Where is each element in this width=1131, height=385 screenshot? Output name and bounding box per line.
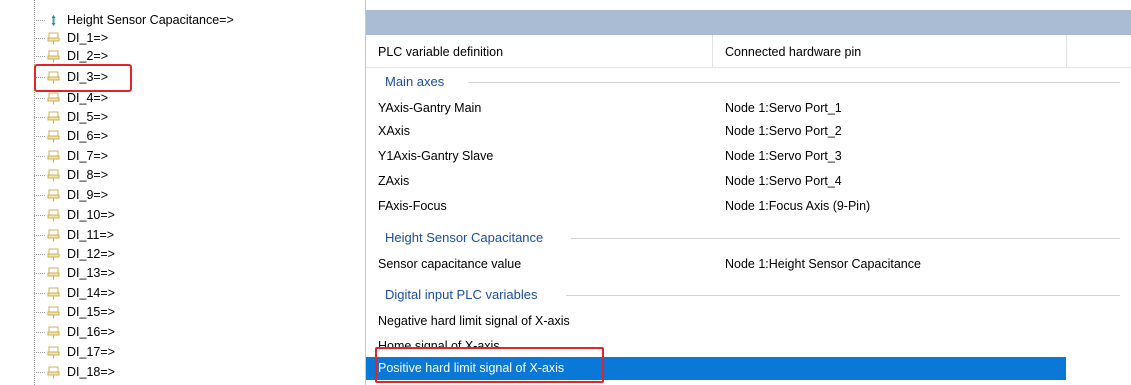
variable-cell: Sensor capacitance value — [378, 257, 522, 271]
plug-icon — [47, 169, 60, 182]
tree-branch-line — [34, 273, 45, 274]
tree-item-label: DI_12=> — [67, 247, 115, 261]
pin-cell: Node 1:Focus Axis (9-Pin) — [725, 199, 871, 213]
tree-branch-line — [34, 156, 45, 157]
tree-item-label: DI_16=> — [67, 325, 115, 339]
table-row[interactable]: Negative hard limit signal of X-axis — [366, 310, 1066, 333]
tree-branch-line — [34, 312, 45, 313]
tree-item-label: DI_1=> — [67, 31, 109, 45]
grid-header: PLC variable definition Connected hardwa… — [366, 35, 1131, 68]
table-row[interactable]: YAxis-Gantry Main Node 1:Servo Port_1 — [366, 97, 1066, 120]
tree-item-label: DI_11=> — [67, 228, 115, 242]
plug-icon — [47, 130, 60, 143]
variable-cell: YAxis-Gantry Main — [378, 101, 482, 115]
plug-icon — [47, 111, 60, 124]
table-row[interactable]: ZAxis Node 1:Servo Port_4 — [366, 170, 1066, 193]
plug-icon — [47, 248, 60, 261]
tree-item-label: DI_15=> — [67, 305, 115, 319]
plug-icon — [47, 287, 60, 300]
tree-branch-line — [34, 136, 45, 137]
tree-item-label: DI_5=> — [67, 110, 109, 124]
column-divider[interactable] — [1066, 35, 1067, 67]
plug-icon — [47, 229, 60, 242]
tree-branch-line — [34, 20, 45, 21]
tree-item-label: DI_14=> — [67, 286, 115, 300]
column-header-variable[interactable]: PLC variable definition — [378, 45, 503, 59]
tree-branch-line — [34, 332, 45, 333]
hardware-pin-tree: Height Sensor Capacitance=> DI_1=> DI_2=… — [0, 0, 345, 385]
tree-guide-line — [34, 0, 35, 385]
section-divider — [468, 82, 1120, 83]
tree-item-label: Height Sensor Capacitance=> — [67, 13, 234, 27]
tree-branch-line — [34, 372, 45, 373]
plug-icon — [47, 209, 60, 222]
highlight-box — [375, 347, 604, 383]
pin-icon — [51, 15, 56, 26]
tree-branch-line — [34, 175, 45, 176]
tree-branch-line — [34, 215, 45, 216]
variable-cell: Y1Axis-Gantry Slave — [378, 149, 494, 163]
tree-item-label: DI_17=> — [67, 345, 115, 359]
tree-item-label: DI_8=> — [67, 168, 109, 182]
variable-cell: FAxis-Focus — [378, 199, 447, 213]
plug-icon — [47, 306, 60, 319]
table-row[interactable]: FAxis-Focus Node 1:Focus Axis (9-Pin) — [366, 195, 1066, 218]
section-header: Height Sensor Capacitance — [366, 227, 1131, 247]
plug-icon — [47, 366, 60, 379]
tree-item-label: DI_7=> — [67, 149, 109, 163]
plug-icon — [47, 267, 60, 280]
plug-icon — [47, 150, 60, 163]
plug-icon — [47, 50, 60, 63]
pin-cell: Node 1:Servo Port_2 — [725, 124, 842, 138]
table-row[interactable]: Y1Axis-Gantry Slave Node 1:Servo Port_3 — [366, 145, 1066, 168]
tree-branch-line — [34, 235, 45, 236]
highlight-box — [34, 64, 132, 92]
pin-cell: Node 1:Servo Port_4 — [725, 174, 842, 188]
variable-cell: Negative hard limit signal of X-axis — [378, 314, 570, 328]
section-title: Main axes — [385, 74, 451, 89]
tree-item-label: DI_6=> — [67, 129, 109, 143]
tree-branch-line — [34, 293, 45, 294]
section-header: Main axes — [366, 71, 1131, 91]
section-title: Digital input PLC variables — [385, 287, 544, 302]
plug-icon — [47, 326, 60, 339]
tree-item-label: DI_10=> — [67, 208, 115, 222]
pin-cell: Node 1:Servo Port_1 — [725, 101, 842, 115]
tree-branch-line — [34, 352, 45, 353]
section-divider — [566, 295, 1120, 296]
tree-item-label: DI_13=> — [67, 266, 115, 280]
column-header-pin[interactable]: Connected hardware pin — [725, 45, 861, 59]
tree-item-label: DI_2=> — [67, 49, 109, 63]
variable-cell: ZAxis — [378, 174, 410, 188]
tree-branch-line — [34, 98, 45, 99]
plug-icon — [47, 32, 60, 45]
pin-cell: Node 1:Height Sensor Capacitance — [725, 257, 921, 271]
column-divider[interactable] — [712, 35, 713, 67]
tree-branch-line — [34, 38, 45, 39]
tree-branch-line — [34, 117, 45, 118]
variable-cell: XAxis — [378, 124, 410, 138]
tree-branch-line — [34, 195, 45, 196]
plug-icon — [47, 92, 60, 105]
table-row[interactable]: XAxis Node 1:Servo Port_2 — [366, 120, 1066, 143]
plug-icon — [47, 189, 60, 202]
section-header: Digital input PLC variables — [366, 284, 1131, 304]
plug-icon — [47, 346, 60, 359]
section-title: Height Sensor Capacitance — [385, 230, 550, 245]
tree-branch-line — [34, 254, 45, 255]
plc-variable-grid: PLC variable definition Connected hardwa… — [365, 0, 1131, 385]
table-row[interactable]: Sensor capacitance value Node 1:Height S… — [366, 253, 1066, 276]
tree-item-label: DI_4=> — [67, 91, 109, 105]
pin-cell: Node 1:Servo Port_3 — [725, 149, 842, 163]
grid-title-bar — [366, 10, 1131, 35]
tree-branch-line — [34, 56, 45, 57]
tree-item-label: DI_18=> — [67, 365, 115, 379]
tree-item-label: DI_9=> — [67, 188, 109, 202]
section-divider — [571, 238, 1120, 239]
